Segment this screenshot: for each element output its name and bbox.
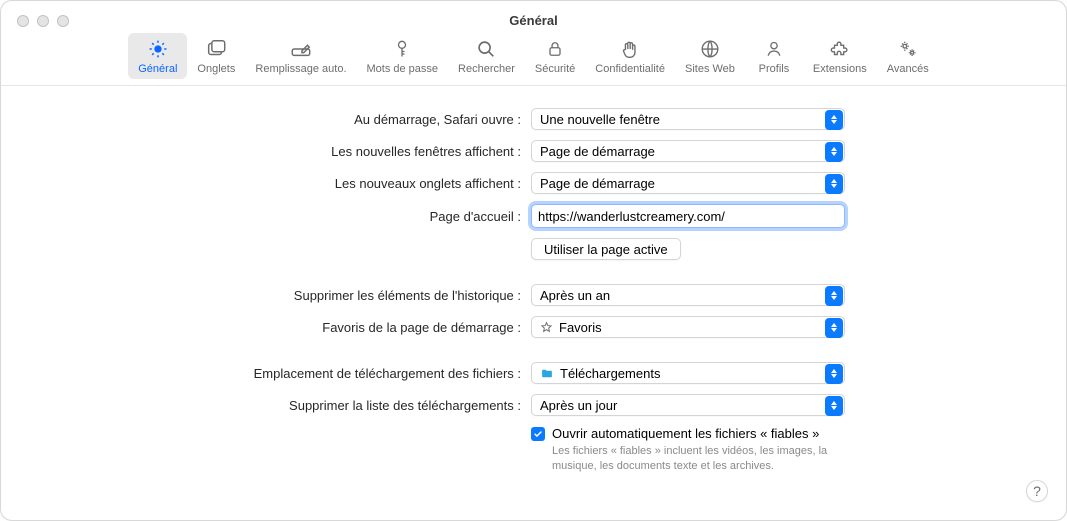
key-icon [390,37,414,61]
tab-label: Extensions [813,63,867,75]
tab-search[interactable]: Rechercher [448,33,525,79]
tab-passwords[interactable]: Mots de passe [357,33,449,79]
startup-value: Une nouvelle fenêtre [540,112,844,127]
tab-general[interactable]: Général [128,33,187,79]
close-window-button[interactable] [17,15,29,27]
button-label: Utiliser la page active [544,242,668,257]
open-safe-files-label: Ouvrir automatiquement les fichiers « fi… [552,426,819,441]
download-clear-label: Supprimer la liste des téléchargements : [41,398,531,413]
chevron-updown-icon [825,318,843,338]
homepage-label: Page d'accueil : [41,209,531,224]
person-icon [762,37,786,61]
tab-profiles[interactable]: Profils [745,33,803,79]
new-windows-popup[interactable]: Page de démarrage [531,140,845,162]
tab-autofill[interactable]: Remplissage auto. [245,33,356,79]
preferences-window: Général Général Onglets [0,0,1067,521]
homepage-input[interactable] [531,204,845,228]
new-tabs-popup[interactable]: Page de démarrage [531,172,845,194]
download-location-label: Emplacement de téléchargement des fichie… [41,366,531,381]
chevron-updown-icon [825,364,843,384]
new-windows-label: Les nouvelles fenêtres affichent : [41,144,531,159]
tab-extensions[interactable]: Extensions [803,33,877,79]
history-label: Supprimer les éléments de l'historique : [41,288,531,303]
tab-label: Profils [759,63,790,75]
puzzle-icon [828,37,852,61]
gears-icon [896,37,920,61]
new-tabs-value: Page de démarrage [540,176,844,191]
startup-label: Au démarrage, Safari ouvre : [41,112,531,127]
globe-icon [698,37,722,61]
tab-websites[interactable]: Sites Web [675,33,745,79]
preferences-toolbar: Général Onglets Remplissage auto. [1,27,1066,86]
favorites-value: Favoris [559,320,844,335]
use-current-page-button[interactable]: Utiliser la page active [531,238,681,260]
new-tabs-label: Les nouveaux onglets affichent : [41,176,531,191]
tab-privacy[interactable]: Confidentialité [585,33,675,79]
tab-label: Sites Web [685,63,735,75]
download-location-value: Téléchargements [560,366,844,381]
search-icon [474,37,498,61]
tab-security[interactable]: Sécurité [525,33,585,79]
open-safe-files-checkbox[interactable]: Ouvrir automatiquement les fichiers « fi… [531,426,891,441]
tab-label: Rechercher [458,63,515,75]
tabs-icon [204,37,228,61]
window-title: Général [1,13,1066,28]
tab-label: Général [138,63,177,75]
chevron-updown-icon [825,174,843,194]
download-clear-value: Après un jour [540,398,844,413]
download-location-popup[interactable]: Téléchargements [531,362,845,384]
minimize-window-button[interactable] [37,15,49,27]
tab-label: Mots de passe [367,63,439,75]
lock-icon [543,37,567,61]
tab-label: Onglets [197,63,235,75]
favorites-label: Favoris de la page de démarrage : [41,320,531,335]
titlebar: Général [1,1,1066,27]
tab-tabs[interactable]: Onglets [187,33,245,79]
folder-icon [540,367,554,380]
pencil-field-icon [289,37,313,61]
tab-advanced[interactable]: Avancés [877,33,939,79]
hand-icon [618,37,642,61]
help-button[interactable]: ? [1026,480,1048,502]
help-label: ? [1033,483,1041,499]
checkbox-checked-icon [531,427,545,441]
tab-label: Avancés [887,63,929,75]
new-windows-value: Page de démarrage [540,144,844,159]
chevron-updown-icon [825,142,843,162]
star-icon [540,321,553,334]
history-value: Après un an [540,288,844,303]
tab-label: Confidentialité [595,63,665,75]
chevron-updown-icon [825,110,843,130]
gear-icon [146,37,170,61]
download-clear-popup[interactable]: Après un jour [531,394,845,416]
chevron-updown-icon [825,286,843,306]
history-popup[interactable]: Après un an [531,284,845,306]
zoom-window-button[interactable] [57,15,69,27]
startup-popup[interactable]: Une nouvelle fenêtre [531,108,845,130]
chevron-updown-icon [825,396,843,416]
favorites-popup[interactable]: Favoris [531,316,845,338]
window-controls [17,15,69,27]
tab-label: Sécurité [535,63,575,75]
tab-label: Remplissage auto. [255,63,346,75]
open-safe-files-hint: Les fichiers « fiables » incluent les vi… [552,444,872,474]
general-pane: Au démarrage, Safari ouvre : Une nouvell… [1,86,1066,474]
